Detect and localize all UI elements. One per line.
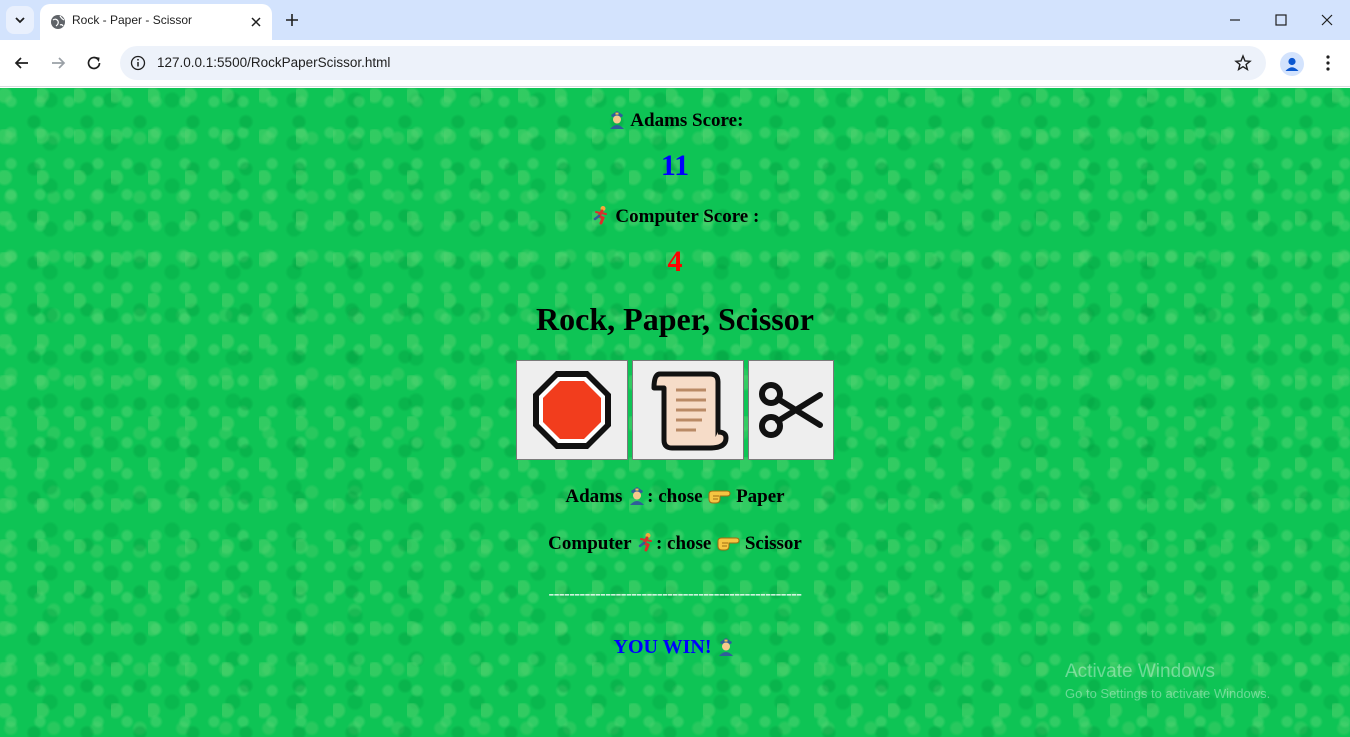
url-text: 127.0.0.1:5500/RockPaperScissor.html [157, 55, 391, 70]
back-arrow-icon[interactable] [11, 52, 33, 74]
computer-choice-value: Scissor [744, 533, 802, 554]
scissors-icon [759, 382, 823, 438]
more-options-icon[interactable] [1318, 53, 1338, 73]
minimize-icon[interactable] [1225, 10, 1245, 30]
chevron-down-icon [15, 17, 25, 24]
police-officer-icon [609, 111, 624, 129]
game-title: Rock, Paper, Scissor [536, 301, 814, 337]
stop-sign-icon [533, 371, 611, 449]
computer-score-value: 4 [667, 245, 683, 278]
result-message: YOU WIN! [0, 636, 1350, 659]
player-choice-name: Adams [565, 486, 623, 507]
player-choice-line: Adams : chose Paper [0, 485, 1350, 508]
computer-choice-name: Computer [548, 533, 632, 554]
activation-watermark-title: Activate Windows [1065, 661, 1215, 682]
site-info-icon[interactable] [130, 55, 146, 71]
computer-score-label: Computer Score : [0, 205, 1350, 228]
police-officer-icon [630, 487, 645, 505]
tab-bar: Rock - Paper - Scissor [0, 0, 1350, 40]
game-page: Adams Score: 11 Computer Score : 4 Rock,… [0, 88, 1350, 737]
reload-icon[interactable] [83, 52, 105, 74]
paper-button[interactable] [632, 360, 744, 460]
browser-tab[interactable]: Rock - Paper - Scissor [40, 4, 272, 40]
player-score-label: Adams Score: [0, 109, 1350, 132]
scissor-button[interactable] [748, 360, 834, 460]
browser-toolbar: 127.0.0.1:5500/RockPaperScissor.html [0, 40, 1350, 87]
player-chose-text: : chose [647, 486, 703, 507]
result-divider: ----------------------------------------… [548, 584, 802, 603]
person-icon [1285, 57, 1299, 71]
maximize-icon[interactable] [1271, 10, 1291, 30]
activation-watermark-subtitle: Go to Settings to activate Windows. [1065, 686, 1271, 701]
profile-avatar[interactable] [1280, 52, 1304, 76]
bookmark-star-icon[interactable] [1234, 54, 1252, 72]
computer-choice-line: Computer : chose Scissor [0, 532, 1350, 555]
tab-search-button[interactable] [6, 6, 34, 34]
player-score-value: 11 [660, 149, 690, 182]
rock-button[interactable] [516, 360, 628, 460]
tab-title: Rock - Paper - Scissor [72, 13, 193, 27]
choice-buttons [516, 360, 834, 460]
player-choice-value: Paper [736, 486, 785, 507]
window-close-icon[interactable] [1317, 10, 1337, 30]
runner-icon [638, 533, 652, 552]
runner-icon [593, 206, 607, 225]
player-score-label-text: Adams Score: [630, 110, 744, 131]
close-icon[interactable] [248, 14, 264, 30]
pointing-hand-icon [708, 490, 731, 504]
globe-icon [51, 15, 65, 29]
scroll-icon [651, 371, 729, 451]
result-text: YOU WIN! [613, 636, 712, 658]
pointing-hand-icon [717, 537, 740, 551]
forward-arrow-icon[interactable] [47, 52, 69, 74]
police-officer-icon [719, 638, 734, 656]
new-tab-icon[interactable] [282, 10, 302, 30]
address-bar[interactable]: 127.0.0.1:5500/RockPaperScissor.html [120, 46, 1266, 80]
computer-chose-text: : chose [655, 533, 712, 554]
computer-score-label-text: Computer Score : [615, 206, 760, 227]
